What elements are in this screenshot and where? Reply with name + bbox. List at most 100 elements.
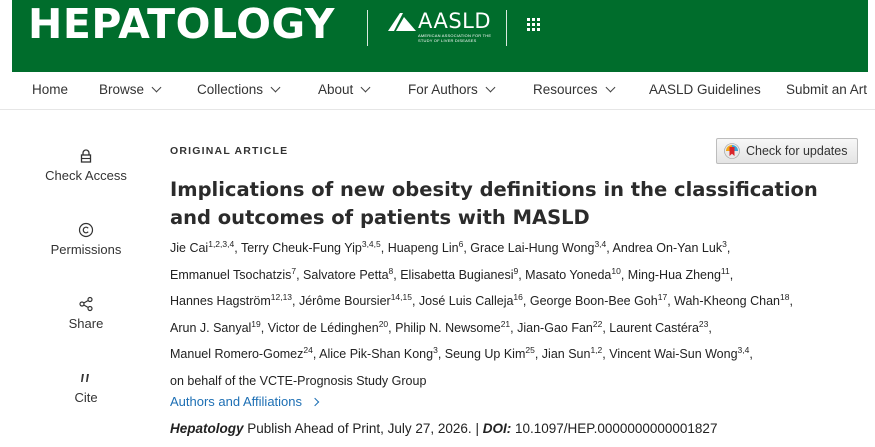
author-affiliation-sup: 3,4 [737, 345, 750, 355]
author-name[interactable]: Seung Up Kim [445, 347, 526, 361]
author-name[interactable]: Vincent Wai-Sun Wong [609, 347, 737, 361]
author-affiliation-sup: 10 [611, 265, 621, 276]
author-affiliation-sup: 20 [378, 318, 389, 329]
author-affiliation-sup: 3,4,5 [361, 239, 381, 249]
sidebar-item-share[interactable]: Share [30, 296, 142, 331]
author-name[interactable]: Grace Lai-Hung Wong [470, 241, 594, 255]
author-affiliation-sup: 12,13 [270, 292, 293, 302]
nav-item-resources[interactable]: Resources [533, 82, 615, 97]
article-title: Implications of new obesity definitions … [170, 178, 818, 229]
aasld-logo-text[interactable]: AASLD [418, 9, 491, 33]
apps-grid-icon[interactable] [527, 18, 541, 32]
author-affiliation-sup: 1,2,3,4 [208, 239, 235, 249]
copyright-icon [78, 222, 94, 238]
author-affiliation-sup: 19 [251, 318, 261, 329]
author-list: Jie Cai1,2,3,4, Terry Cheuk-Fung Yip3,4,… [170, 235, 860, 394]
sidebar-item-label: Share [68, 316, 104, 331]
author-name[interactable]: Arun J. Sanyal [170, 321, 251, 335]
aasld-logo-subtext: AMERICAN ASSOCIATION FOR THE STUDY OF LI… [418, 33, 492, 43]
author-affiliation-sup: 17 [657, 292, 668, 302]
chevron-down-icon [360, 82, 371, 93]
nav-item-label: Home [32, 82, 69, 97]
sidebar-item-check-access[interactable]: Check Access [30, 148, 142, 183]
doi-value[interactable]: 10.1097/HEP.0000000000001827 [515, 421, 717, 436]
nav-item-submit[interactable]: Submit an Art [786, 82, 867, 97]
aasld-logo-icon [388, 13, 416, 31]
chevron-down-icon [485, 82, 496, 93]
author-affiliation-sup: 18 [780, 292, 790, 302]
author-name[interactable]: Emmanuel Tsochatzis [170, 268, 291, 282]
author-name[interactable]: Jie Cai [170, 241, 208, 255]
author-line: Arun J. Sanyal19, Victor de Lédinghen20,… [170, 318, 712, 335]
author-name[interactable]: Alice Pik-Shan Kong [319, 347, 433, 361]
author-affiliation-sup: 25 [525, 345, 535, 355]
nav-item-label: Submit an Art [786, 82, 868, 97]
nav-item-label: About [318, 82, 354, 97]
publication-info: Hepatology Publish Ahead of Print, July … [170, 421, 717, 436]
author-line: Emmanuel Tsochatzis7, Salvatore Petta8, … [170, 265, 734, 282]
author-affiliation-sup: 21 [500, 318, 511, 329]
author-name[interactable]: Salvatore Petta [303, 268, 388, 282]
author-name[interactable]: Victor de Lédinghen [268, 321, 379, 335]
sidebar-item-label: Check Access [45, 168, 127, 183]
crossmark-icon [724, 143, 740, 159]
author-name[interactable]: Jian-Gao Fan [517, 321, 593, 335]
sidebar-item-cite[interactable]: Cite [30, 370, 142, 405]
nav-item-label: Resources [533, 82, 598, 97]
author-affiliation-sup: 11 [720, 265, 730, 276]
author-name[interactable]: Elisabetta Bugianesi [400, 268, 513, 282]
author-affiliation-sup: 3 [722, 239, 727, 249]
sidebar-item-label: Permissions [50, 242, 122, 257]
journal-logo[interactable]: HEPATOLOGY [28, 0, 335, 48]
nav-item-home[interactable]: Home [32, 82, 68, 97]
author-line: Hannes Hagström12,13, Jérôme Boursier14,… [170, 292, 793, 308]
author-name[interactable]: Masato Yoneda [525, 268, 611, 282]
author-affiliation-sup: 23 [698, 318, 709, 329]
lock-icon [80, 149, 92, 163]
nav-item-label: Collections [197, 82, 264, 97]
author-name[interactable]: Jian Sun [542, 347, 591, 361]
doi-label: DOI: [482, 421, 512, 436]
author-affiliation-sup: 7 [291, 265, 297, 276]
nav-item-label: For Authors [408, 82, 478, 97]
author-name[interactable]: Terry Cheuk-Fung Yip [241, 241, 362, 255]
author-affiliation-sup: 3 [433, 345, 438, 355]
nav-item-browse[interactable]: Browse [99, 82, 162, 97]
author-name[interactable]: Andrea On-Yan Luk [613, 241, 723, 255]
share-icon [79, 296, 93, 312]
author-affiliation-sup: 22 [592, 318, 603, 329]
author-name[interactable]: Jérôme Boursier [299, 294, 391, 308]
chevron-right-icon [310, 397, 320, 406]
author-name[interactable]: Huapeng Lin [388, 241, 459, 255]
authors-affiliations-link[interactable]: Authors and Affiliations [170, 394, 320, 409]
author-name[interactable]: Philip N. Newsome [395, 321, 501, 335]
logo-divider [367, 10, 368, 46]
sidebar-item-permissions[interactable]: Permissions [30, 222, 142, 257]
check-for-updates-button[interactable]: Check for updates [716, 138, 858, 164]
chevron-down-icon [605, 82, 615, 93]
nav-item-collections[interactable]: Collections [197, 82, 281, 97]
author-affiliation-sup: 16 [513, 292, 523, 302]
chevron-down-icon [270, 82, 281, 93]
nav-item-for-authors[interactable]: For Authors [408, 82, 496, 97]
authors-affiliations-label: Authors and Affiliations [170, 394, 303, 409]
author-affiliation-sup: 3,4 [594, 239, 607, 249]
author-affiliation-sup: 14,15 [390, 292, 412, 302]
publication-date: Publish Ahead of Print, July 27, 2026. [247, 421, 472, 436]
author-name[interactable]: Wah-Kheong Chan [674, 294, 780, 308]
pub-separator: | [475, 421, 479, 436]
journal-name: Hepatology [170, 421, 244, 436]
author-name[interactable]: Ming-Hua Zheng [628, 268, 721, 282]
author-name[interactable]: Manuel Romero-Gomez [170, 347, 303, 361]
author-name[interactable]: George Boon-Bee Goh [530, 294, 658, 308]
author-name[interactable]: Hannes Hagström [170, 294, 271, 308]
author-group: on behalf of the VCTE-Prognosis Study Gr… [170, 373, 427, 388]
author-affiliation-sup: 24 [303, 345, 313, 355]
author-affiliation-sup: 8 [388, 265, 394, 276]
nav-item-aasld-guidelines[interactable]: AASLD Guidelines [649, 82, 761, 97]
nav-item-about[interactable]: About [318, 82, 371, 97]
nav-item-label: AASLD Guidelines [649, 82, 761, 97]
author-name[interactable]: José Luis Calleja [419, 294, 514, 308]
author-name[interactable]: Laurent Castéra [609, 321, 699, 335]
main-nav: Home Browse Collections About For Author… [0, 72, 875, 110]
